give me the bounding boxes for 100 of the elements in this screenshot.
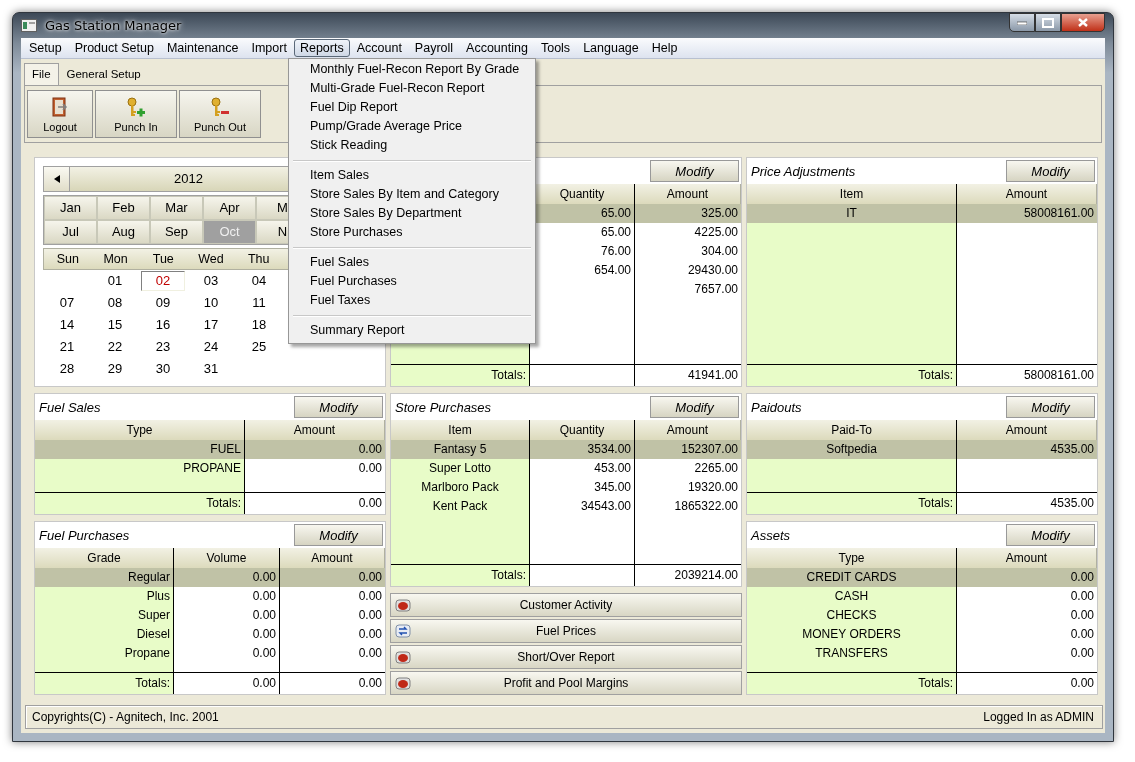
month-button[interactable]: Sep	[150, 220, 203, 244]
calendar-day[interactable]: 21	[45, 337, 89, 357]
month-button[interactable]: Feb	[97, 196, 150, 220]
table-cell: Diesel	[35, 625, 174, 644]
table-cell: Super Lotto	[391, 459, 530, 478]
dropdown-item[interactable]: Fuel Taxes	[291, 292, 533, 311]
minimize-button[interactable]	[1009, 13, 1035, 32]
calendar-day[interactable]: 10	[189, 293, 233, 313]
calendar-day[interactable]: 07	[45, 293, 89, 313]
calendar-day[interactable]: 03	[189, 271, 233, 291]
modify-button[interactable]: Modify	[650, 396, 739, 418]
table-cell: Regular	[35, 568, 174, 587]
action-button[interactable]: Short/Over Report	[390, 645, 742, 669]
table-cell: Super	[35, 606, 174, 625]
menu-item[interactable]: Language	[577, 39, 645, 57]
table-cell: 0.00	[280, 568, 385, 587]
calendar-day[interactable]: 09	[141, 293, 185, 313]
window-title: Gas Station Manager	[45, 18, 182, 33]
menu-item[interactable]: Tools	[534, 39, 577, 57]
menu-item[interactable]: Payroll	[408, 39, 460, 57]
menu-item[interactable]: Help	[645, 39, 684, 57]
totals-cell: Totals:	[747, 365, 957, 386]
menu-item[interactable]: Accounting	[460, 39, 534, 57]
dropdown-item[interactable]: Stick Reading	[291, 137, 533, 156]
modify-button[interactable]: Modify	[294, 396, 383, 418]
month-button[interactable]: Aug	[97, 220, 150, 244]
dropdown-item[interactable]: Fuel Dip Report	[291, 99, 533, 118]
action-button[interactable]: Customer Activity	[390, 593, 742, 617]
dropdown-item[interactable]: Fuel Sales	[291, 254, 533, 273]
dropdown-item[interactable]: Monthly Fuel-Recon Report By Grade	[291, 61, 533, 80]
calendar-day[interactable]: 30	[141, 359, 185, 379]
panel-title: Price Adjustments	[751, 163, 856, 179]
month-button[interactable]: Mar	[150, 196, 203, 220]
column-header: Amount	[957, 420, 1097, 440]
calendar-day[interactable]: 02	[141, 271, 185, 291]
calendar-day[interactable]: 04	[237, 271, 281, 291]
menu-item[interactable]: Setup	[23, 39, 68, 57]
calendar-day[interactable]: 14	[45, 315, 89, 335]
menu-item[interactable]: Reports	[293, 39, 350, 57]
tab[interactable]: File	[24, 63, 59, 85]
table-cell: FUEL	[35, 440, 245, 459]
calendar-day[interactable]: 28	[45, 359, 89, 379]
column-header: Amount	[245, 420, 385, 440]
menu-item[interactable]: Maintenance	[160, 39, 245, 57]
table-cell: 3534.00	[530, 440, 635, 459]
tab[interactable]: General Setup	[58, 63, 149, 85]
close-button[interactable]	[1061, 13, 1105, 32]
modify-button[interactable]: Modify	[1006, 396, 1095, 418]
month-button[interactable]: Apr	[203, 196, 256, 220]
calendar-day[interactable]: 11	[237, 293, 281, 313]
menu-item[interactable]: Account	[350, 39, 408, 57]
toolbar-button[interactable]: Logout	[27, 90, 93, 138]
weekday-label: Wed	[197, 251, 225, 268]
calendar-day[interactable]: 01	[93, 271, 137, 291]
dropdown-item[interactable]: Multi-Grade Fuel-Recon Report	[291, 80, 533, 99]
modify-button[interactable]: Modify	[294, 524, 383, 546]
toolbar-button[interactable]: Punch In	[95, 90, 177, 138]
calendar-day[interactable]: 23	[141, 337, 185, 357]
column-header: Item	[391, 420, 530, 440]
action-button[interactable]: Fuel Prices	[390, 619, 742, 643]
toolbar-button[interactable]: Punch Out	[179, 90, 261, 138]
dropdown-item[interactable]: Summary Report	[291, 322, 533, 341]
previous-year-button[interactable]	[44, 167, 70, 191]
totals-cell: Totals:	[747, 493, 957, 514]
column-header: Item	[747, 184, 957, 204]
table-cell: CASH	[747, 587, 957, 606]
column-header: Amount	[635, 420, 741, 440]
calendar-day[interactable]: 22	[93, 337, 137, 357]
column-header: Amount	[280, 548, 385, 568]
menu-item[interactable]: Import	[245, 39, 293, 57]
user-status: Logged In as ADMIN	[983, 710, 1094, 724]
table-cell: 58008161.00	[957, 204, 1097, 223]
calendar-day[interactable]: 31	[189, 359, 233, 379]
column-header: Type	[747, 548, 957, 568]
calendar-day[interactable]: 08	[93, 293, 137, 313]
calendar-day[interactable]: 16	[141, 315, 185, 335]
month-button[interactable]: Jan	[44, 196, 97, 220]
calendar-day[interactable]: 25	[237, 337, 281, 357]
table-cell: 0.00	[174, 568, 280, 587]
dropdown-item[interactable]: Fuel Purchases	[291, 273, 533, 292]
table-cell: CHECKS	[747, 606, 957, 625]
table-cell: 0.00	[245, 440, 385, 459]
action-button[interactable]: Profit and Pool Margins	[390, 671, 742, 695]
menu-item[interactable]: Product Setup	[68, 39, 160, 57]
calendar-day[interactable]: 15	[93, 315, 137, 335]
calendar-day[interactable]: 18	[237, 315, 281, 335]
table-cell: PROPANE	[35, 459, 245, 478]
dropdown-item[interactable]: Item Sales	[291, 167, 533, 186]
minimize-icon	[1017, 20, 1027, 25]
modify-button[interactable]: Modify	[1006, 524, 1095, 546]
month-button[interactable]: Jul	[44, 220, 97, 244]
dropdown-item[interactable]: Pump/Grade Average Price	[291, 118, 533, 137]
calendar-day[interactable]: 17	[189, 315, 233, 335]
modify-button[interactable]: Modify	[1006, 160, 1095, 182]
modify-button[interactable]: Modify	[650, 160, 739, 182]
calendar-day[interactable]: 29	[93, 359, 137, 379]
column-header: Type	[35, 420, 245, 440]
maximize-button[interactable]	[1035, 13, 1061, 32]
panel-title: Assets	[751, 527, 790, 543]
calendar-day[interactable]: 24	[189, 337, 233, 357]
